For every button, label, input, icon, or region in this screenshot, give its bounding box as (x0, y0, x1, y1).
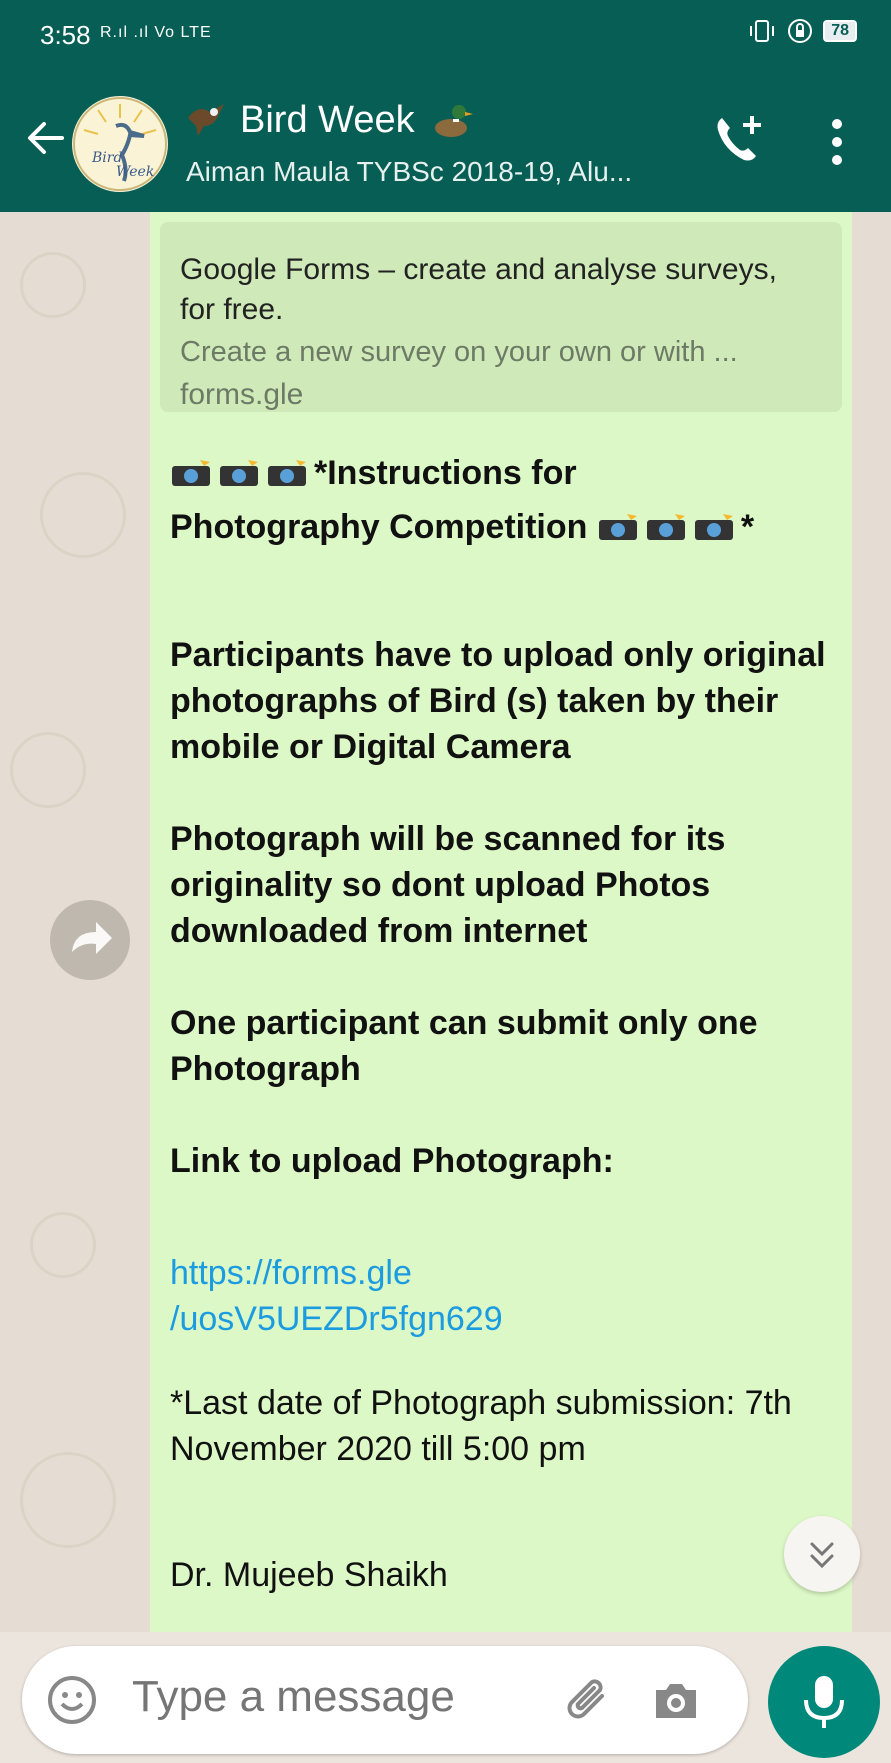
group-avatar[interactable]: Bird Week (72, 96, 168, 192)
heading-end: * (740, 508, 755, 546)
lock-rotation-icon (788, 19, 813, 43)
chat-title[interactable]: Bird Week (186, 98, 473, 142)
camera-flash-emoji-icon (268, 460, 306, 486)
more-options-icon[interactable] (822, 112, 852, 172)
eagle-emoji-icon (188, 104, 224, 136)
voice-message-button[interactable] (768, 1646, 880, 1758)
message-heading: *Instructions for (170, 450, 840, 496)
camera-flash-emoji-icon (598, 514, 637, 540)
rule-originality-scan: Photograph will be scanned for its origi… (170, 820, 726, 950)
message-bubble[interactable]: Google Forms – create and analyse survey… (150, 212, 852, 1632)
chat-title-text: Bird Week (240, 98, 415, 141)
deadline-text: *Last date of Photograph submission: 7th… (170, 1384, 792, 1468)
svg-text:Week: Week (116, 164, 154, 180)
link-preview-description: Create a new survey on your own or with … (180, 336, 738, 368)
chat-participants[interactable]: Aiman Maula TYBSc 2018-19, Alu... (186, 156, 632, 188)
camera-icon[interactable] (650, 1676, 702, 1724)
wallpaper-doodle (20, 1452, 116, 1548)
upload-link-line-2[interactable]: /uosV5UEZDr5fgn629 (170, 1296, 840, 1342)
heading-line-1: *Instructions for (314, 454, 577, 492)
emoji-icon[interactable] (46, 1674, 98, 1726)
heading-line-2: Photography Competition (170, 508, 588, 546)
double-chevron-down-icon (810, 1542, 834, 1569)
vibrate-icon (750, 20, 775, 42)
scroll-to-bottom-button[interactable] (784, 1516, 860, 1592)
signature-text: Dr. Mujeeb Shaikh (170, 1556, 448, 1594)
camera-flash-emoji-icon (220, 460, 258, 486)
bird-logo-icon: Bird Week (73, 97, 167, 191)
status-bar: 3:58 R.ıl .ıl Vo LTE 78 (0, 0, 891, 76)
chat-header: Bird Week Bird Week Aiman Maula TYBSc 20… (0, 76, 891, 212)
wallpaper-doodle (30, 1212, 96, 1278)
rule-original-photos: Participants have to upload only origina… (170, 636, 826, 766)
status-time: 3:58 (40, 20, 91, 50)
camera-flash-emoji-icon (172, 460, 210, 486)
signal-indicator: R.ıl .ıl Vo LTE (100, 24, 212, 41)
message-composer (22, 1646, 748, 1754)
upload-link-label: Link to upload Photograph: (170, 1142, 614, 1180)
microphone-icon (804, 1676, 844, 1728)
upload-link[interactable]: https://forms.gle /uosV5UEZDr5fgn629 (170, 1250, 840, 1342)
rule-one-photo: One participant can submit only one Phot… (170, 1004, 758, 1088)
message-input[interactable] (132, 1672, 522, 1722)
link-preview[interactable]: Google Forms – create and analyse survey… (160, 222, 842, 412)
forward-arrow-icon (72, 922, 112, 954)
attachment-icon[interactable] (562, 1674, 614, 1726)
status-icons: 78 (747, 18, 857, 44)
link-preview-title: Google Forms – create and analyse survey… (180, 253, 777, 326)
back-arrow-icon[interactable] (22, 114, 70, 162)
wallpaper-doodle (20, 252, 86, 318)
duck-emoji-icon (434, 105, 473, 137)
camera-flash-emoji-icon (694, 514, 733, 540)
message-heading-2: Photography Competition * (170, 504, 840, 550)
camera-flash-emoji-icon (646, 514, 685, 540)
wallpaper-doodle (10, 732, 86, 808)
link-preview-domain: forms.gle (180, 378, 304, 411)
add-call-icon[interactable] (708, 110, 768, 170)
upload-link-line-1[interactable]: https://forms.gle (170, 1250, 840, 1296)
forward-button[interactable] (50, 900, 130, 980)
battery-indicator: 78 (823, 20, 857, 42)
wallpaper-doodle (40, 472, 126, 558)
